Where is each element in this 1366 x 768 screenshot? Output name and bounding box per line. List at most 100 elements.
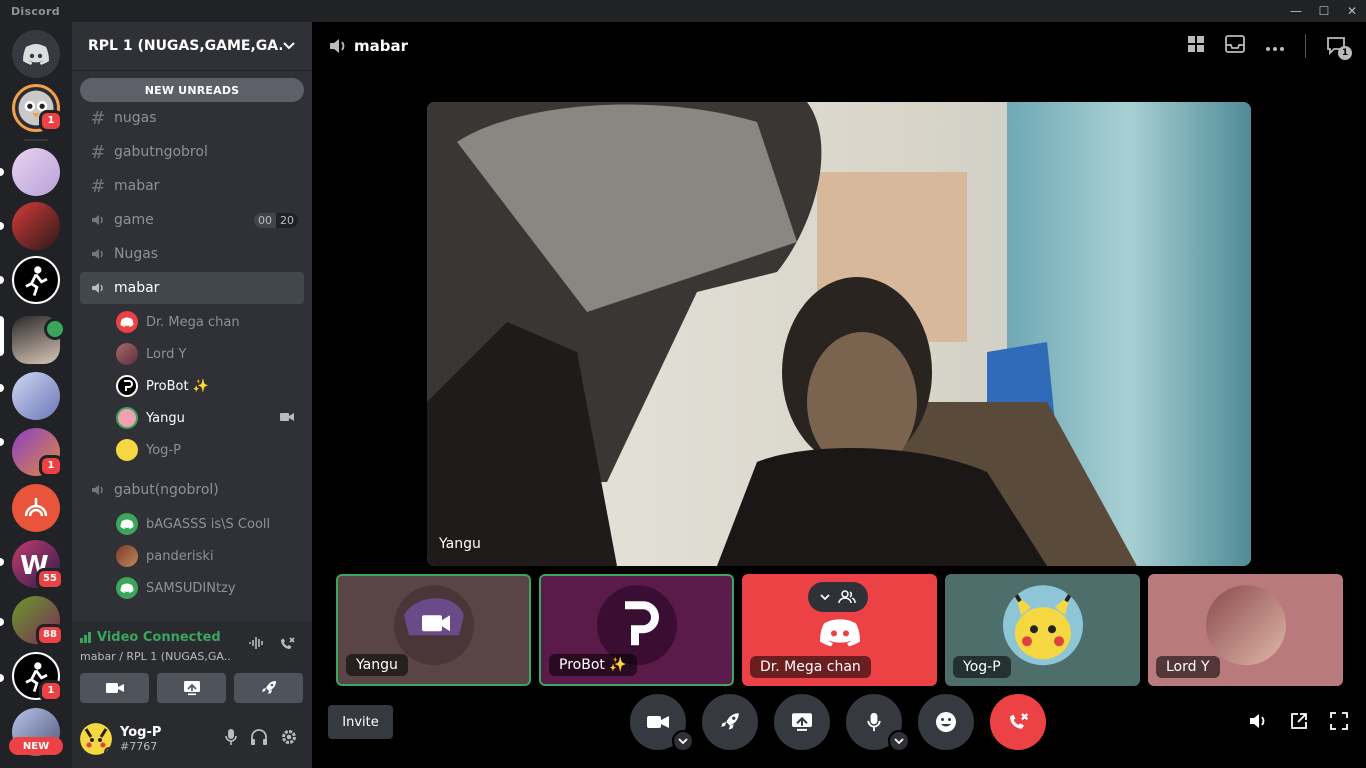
focused-video[interactable]: Yangu [427, 102, 1251, 566]
more-options-icon[interactable] [1265, 36, 1285, 57]
user-name: SAMSUDINtzy [146, 580, 236, 596]
mention-badge: 1 [39, 110, 63, 132]
server-icon-8[interactable] [12, 484, 60, 532]
chevron-down-icon [820, 594, 830, 601]
idle-status-icon [104, 747, 112, 755]
rocket-icon [721, 713, 739, 730]
channel-nugas[interactable]: # nugas [80, 102, 304, 134]
maximize-button[interactable]: ☐ [1310, 0, 1338, 22]
participant-tile[interactable]: Yog-P [945, 574, 1140, 686]
server-icon-2[interactable] [12, 148, 60, 196]
voice-channel-nugas[interactable]: Nugas [80, 238, 304, 270]
volume-icon[interactable] [1248, 712, 1268, 735]
rainbow-logo-icon [24, 498, 48, 517]
participant-name: Lord Y [1156, 656, 1220, 678]
share-screen-button[interactable] [774, 694, 830, 750]
selected-pill [0, 316, 4, 356]
home-button[interactable] [12, 30, 60, 78]
avatar [116, 407, 138, 429]
server-icon-3[interactable] [12, 202, 60, 250]
voice-user[interactable]: Dr. Mega chan [116, 309, 304, 335]
headphones-icon[interactable] [250, 728, 268, 750]
user-avatar[interactable] [80, 723, 112, 755]
connection-location[interactable]: mabar / RPL 1 (NUGAS,GA... [80, 650, 230, 663]
channel-label: nugas [114, 110, 157, 126]
hashtag-icon: # [90, 141, 106, 163]
user-name: panderiski [146, 548, 214, 564]
microphone-icon[interactable] [224, 728, 238, 750]
voice-user[interactable]: ProBot ✨ [116, 373, 304, 399]
figure-icon [25, 266, 48, 297]
user-name: bAGASSS is\S Cooll [146, 516, 271, 532]
channel-gabutngobrol[interactable]: # gabutngobrol [80, 136, 304, 168]
user-tag: #7767 [120, 740, 158, 753]
video-button[interactable] [80, 673, 149, 703]
mute-button[interactable] [846, 694, 910, 752]
channel-label: Nugas [114, 246, 159, 262]
chat-toggle-button[interactable]: 1 [1326, 36, 1352, 60]
unread-pill [0, 384, 4, 392]
voice-user[interactable]: Yangu [116, 405, 304, 431]
tile-options-button[interactable] [808, 582, 868, 612]
avatar [393, 585, 474, 666]
unread-pill [0, 618, 4, 626]
leave-call-button[interactable] [990, 694, 1046, 750]
server-icon-4[interactable] [12, 256, 60, 304]
close-window-button[interactable]: ✕ [1338, 0, 1366, 22]
unread-pill [0, 222, 4, 230]
avatar [116, 439, 138, 461]
mention-badge: 1 [39, 455, 63, 477]
soundboard-button[interactable] [918, 694, 974, 750]
grid-layout-icon[interactable] [1187, 35, 1205, 58]
voice-user[interactable]: SAMSUDINtzy [116, 575, 304, 601]
activity-button[interactable] [234, 673, 303, 703]
mic-options-chevron[interactable] [888, 730, 910, 752]
participant-name: Yangu [346, 654, 408, 676]
start-activity-button[interactable] [702, 694, 758, 750]
settings-gear-icon[interactable] [280, 728, 298, 750]
new-unreads-pill[interactable]: NEW [9, 737, 63, 755]
voice-user[interactable]: Yog-P [116, 437, 304, 463]
channel-mabar-text[interactable]: # mabar [80, 170, 304, 202]
user-name: Yangu [146, 410, 185, 426]
call-controls [630, 694, 1046, 752]
participant-tiles: Yangu ProBot ✨ Dr. Mega chan Yog-P Lord … [336, 574, 1344, 686]
server-icon-6[interactable] [12, 372, 60, 420]
participant-tile[interactable]: Dr. Mega chan [742, 574, 937, 686]
participant-tile[interactable]: Yangu [336, 574, 531, 686]
guild-header[interactable]: RPL 1 (NUGAS,GAME,GA... [72, 22, 312, 70]
people-icon [838, 590, 856, 604]
camera-toggle-button[interactable] [630, 694, 694, 752]
voice-channel-game[interactable]: game 00 20 [80, 204, 304, 236]
camera-options-chevron[interactable] [672, 730, 694, 752]
connection-status[interactable]: Video Connected [80, 630, 221, 645]
app-title: Discord [11, 4, 60, 18]
view-options [1248, 712, 1348, 735]
pop-out-icon[interactable] [1290, 712, 1308, 735]
user-name: Dr. Mega chan [146, 314, 240, 330]
channel-label: mabar [114, 280, 160, 296]
chat-count-badge: 1 [1338, 46, 1352, 60]
participant-tile[interactable]: ProBot ✨ [539, 574, 734, 686]
screen-share-button[interactable] [157, 673, 226, 703]
invite-button[interactable]: Invite [328, 705, 393, 739]
voice-user[interactable]: panderiski [116, 543, 304, 569]
minimize-button[interactable]: — [1282, 0, 1310, 22]
avatar [116, 375, 138, 397]
participant-name: Dr. Mega chan [750, 656, 871, 678]
new-unreads-banner[interactable]: NEW UNREADS [80, 78, 304, 102]
participant-name: ProBot ✨ [549, 654, 637, 676]
disconnect-icon[interactable] [278, 636, 296, 656]
emoji-smile-icon [936, 712, 956, 732]
fullscreen-icon[interactable] [1330, 712, 1348, 735]
voice-user[interactable]: Lord Y [116, 341, 304, 367]
hashtag-icon: # [90, 107, 106, 129]
channel-title: mabar [354, 37, 409, 55]
voice-channel-gabut[interactable]: gabut(ngobrol) [80, 474, 304, 506]
noise-suppression-icon[interactable] [248, 636, 266, 654]
voice-user[interactable]: bAGASSS is\S Cooll [116, 511, 304, 537]
inbox-icon[interactable] [1225, 34, 1245, 58]
participant-tile[interactable]: Lord Y [1148, 574, 1343, 686]
speaker-icon [330, 39, 345, 53]
voice-channel-mabar[interactable]: mabar [80, 272, 304, 304]
